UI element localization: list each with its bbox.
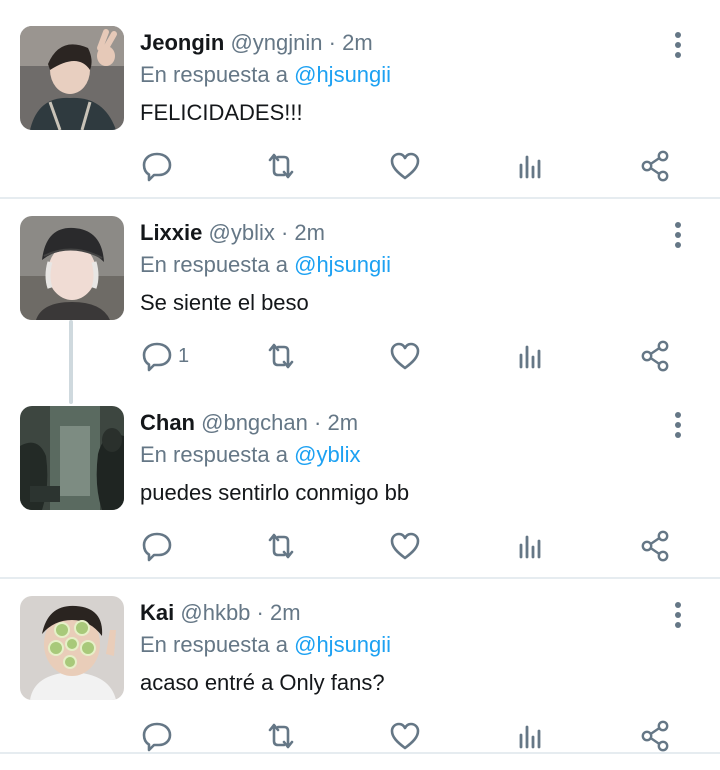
reply-context: En respuesta a @hjsungii [140,252,391,278]
mention-link[interactable]: @yblix [294,442,360,467]
reply-prefix: En respuesta a [140,442,288,467]
reply-prefix: En respuesta a [140,252,288,277]
tweet[interactable]: Kai @hkbb · 2m En respuesta a @hjsungii … [0,580,720,770]
reply-prefix: En respuesta a [140,62,288,87]
display-name[interactable]: Lixxie [140,220,202,245]
display-name[interactable]: Chan [140,410,195,435]
user-handle[interactable]: @bngchan [201,410,308,435]
reply-icon [142,342,172,372]
reply-button[interactable] [140,528,178,564]
share-icon [641,720,669,752]
share-icon [641,340,669,372]
separator-dot: · [280,220,289,245]
tweet-text: acaso entré a Only fans? [140,670,385,695]
reply-context: En respuesta a @hjsungii [140,62,391,88]
stats-button[interactable] [514,718,548,754]
stats-icon [519,345,541,369]
tweet-actions [0,718,720,754]
retweet-button[interactable] [264,338,298,374]
more-options-icon[interactable] [664,600,692,630]
tweet[interactable]: Chan @bngchan · 2m En respuesta a @yblix… [0,390,720,580]
reply-button[interactable]: 1 [140,338,189,374]
tweet-text: Se siente el beso [140,290,309,315]
stats-button[interactable] [514,528,548,564]
tweet-header: Lixxie @yblix · 2m [140,220,325,246]
stats-icon [519,155,541,179]
share-button[interactable] [638,338,672,374]
share-button[interactable] [638,528,672,564]
like-button[interactable] [388,718,422,754]
reply-context: En respuesta a @hjsungii [140,632,391,658]
retweet-button[interactable] [264,528,298,564]
separator-dot: · [328,30,336,55]
retweet-button[interactable] [264,148,298,184]
tweet-replies-feed: Jeongin @yngjnin · 2m En respuesta a @hj… [0,0,720,760]
user-handle[interactable]: @yblix [209,220,275,245]
tweet-text: puedes sentirlo conmigo bb [140,480,410,505]
tweet-actions: 1 [0,338,720,374]
divider [0,577,720,579]
more-options-icon[interactable] [664,410,692,440]
reply-prefix: En respuesta a [140,632,288,657]
display-name[interactable]: Jeongin [140,30,224,55]
timestamp[interactable]: 2m [294,220,325,245]
avatar[interactable] [20,26,124,130]
separator-dot: · [256,600,264,625]
retweet-icon [268,723,294,749]
reply-icon [142,152,172,182]
share-button[interactable] [638,718,672,754]
like-icon [390,342,420,370]
reply-button[interactable] [140,148,178,184]
reply-button[interactable] [140,718,178,754]
tweet[interactable]: Lixxie @yblix · 2m En respuesta a @hjsun… [0,200,720,390]
reply-context: En respuesta a @yblix [140,442,360,468]
like-icon [390,532,420,560]
stats-button[interactable] [514,148,548,184]
mention-link[interactable]: @hjsungii [294,632,391,657]
mention-link[interactable]: @hjsungii [294,62,391,87]
timestamp[interactable]: 2m [270,600,301,625]
tweet[interactable]: Jeongin @yngjnin · 2m En respuesta a @hj… [0,0,720,190]
avatar[interactable] [20,406,124,510]
tweet-header: Kai @hkbb · 2m [140,600,301,626]
tweet-text: FELICIDADES!!! [140,100,303,125]
more-options-icon[interactable] [664,220,692,250]
reply-icon [142,722,172,752]
stats-icon [519,725,541,749]
divider [0,197,720,199]
separator-dot: · [314,410,322,435]
retweet-icon [268,533,294,559]
retweet-icon [268,153,294,179]
like-button[interactable] [388,528,422,564]
share-icon [641,530,669,562]
like-icon [390,152,420,180]
tweet-actions [0,148,720,184]
user-handle[interactable]: @yngjnin [230,30,322,55]
like-icon [390,722,420,750]
tweet-header: Chan @bngchan · 2m [140,410,358,436]
stats-button[interactable] [514,338,548,374]
retweet-button[interactable] [264,718,298,754]
stats-icon [519,535,541,559]
avatar[interactable] [20,596,124,700]
display-name[interactable]: Kai [140,600,174,625]
more-options-icon[interactable] [664,30,692,60]
timestamp[interactable]: 2m [342,30,373,55]
retweet-icon [268,343,294,369]
divider [0,752,720,754]
reply-icon [142,532,172,562]
timestamp[interactable]: 2m [327,410,358,435]
like-button[interactable] [388,148,422,184]
avatar[interactable] [20,216,124,320]
tweet-actions [0,528,720,564]
mention-link[interactable]: @hjsungii [294,252,391,277]
like-button[interactable] [388,338,422,374]
tweet-header: Jeongin @yngjnin · 2m [140,30,373,56]
share-icon [641,150,669,182]
reply-count: 1 [178,344,190,367]
user-handle[interactable]: @hkbb [180,600,250,625]
share-button[interactable] [638,148,672,184]
